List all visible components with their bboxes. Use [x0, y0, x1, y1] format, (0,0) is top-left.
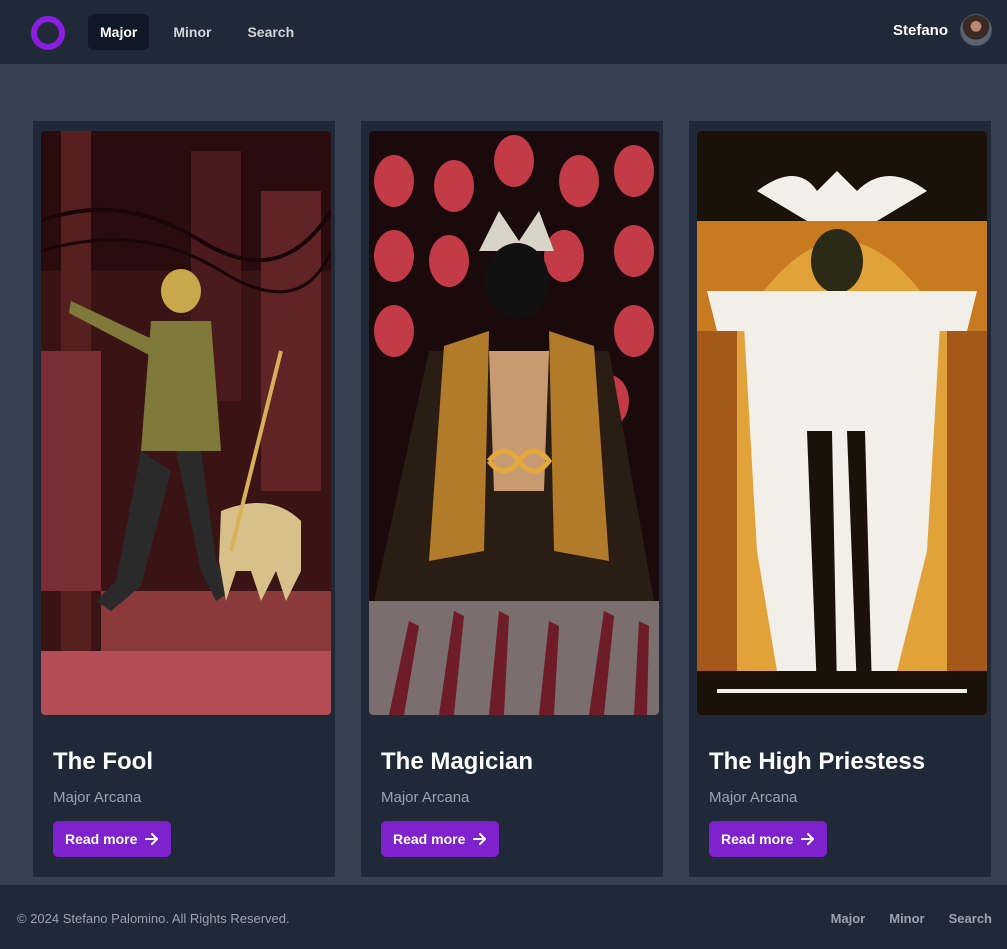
main-nav: Major Minor Search [88, 14, 306, 50]
top-navbar: Major Minor Search Stefano [0, 0, 1007, 64]
nav-search[interactable]: Search [235, 14, 306, 50]
avatar[interactable] [960, 14, 992, 46]
read-more-label: Read more [393, 831, 466, 847]
arrow-right-icon [145, 833, 159, 845]
footer-link-major[interactable]: Major [831, 911, 866, 926]
copyright-text: © 2024 Stefano Palomino. All Rights Rese… [17, 911, 290, 926]
footer-link-minor[interactable]: Minor [889, 911, 924, 926]
user-name: Stefano [892, 21, 948, 39]
card-subtitle: Major Arcana [381, 789, 470, 806]
ring-logo-icon[interactable] [31, 16, 65, 50]
footer: © 2024 Stefano Palomino. All Rights Rese… [0, 885, 1007, 949]
high-priestess-card-image [697, 131, 987, 715]
read-more-button[interactable]: Read more [381, 821, 500, 857]
read-more-button[interactable]: Read more [53, 821, 172, 857]
tarot-card-magician: The Magician Major Arcana Read more [361, 121, 663, 877]
read-more-label: Read more [65, 831, 138, 847]
card-title: The Fool [53, 748, 153, 775]
arrow-right-icon [801, 833, 815, 845]
arrow-right-icon [473, 833, 487, 845]
card-title: The Magician [381, 748, 534, 775]
card-grid: The Fool Major Arcana Read more The Magi… [33, 121, 991, 877]
nav-major[interactable]: Major [88, 14, 150, 50]
card-subtitle: Major Arcana [709, 789, 798, 806]
magician-card-image [369, 131, 659, 715]
card-title: The High Priestess [709, 748, 926, 775]
tarot-card-fool: The Fool Major Arcana Read more [33, 121, 335, 877]
footer-nav: Major Minor Search [831, 911, 992, 926]
footer-link-search[interactable]: Search [949, 911, 992, 926]
read-more-label: Read more [721, 831, 794, 847]
read-more-button[interactable]: Read more [709, 821, 828, 857]
fool-card-image [41, 131, 331, 715]
user-menu[interactable]: Stefano [893, 14, 992, 46]
tarot-card-high-priestess: The High Priestess Major Arcana Read mor… [689, 121, 991, 877]
nav-minor[interactable]: Minor [161, 14, 223, 50]
card-subtitle: Major Arcana [53, 789, 142, 806]
